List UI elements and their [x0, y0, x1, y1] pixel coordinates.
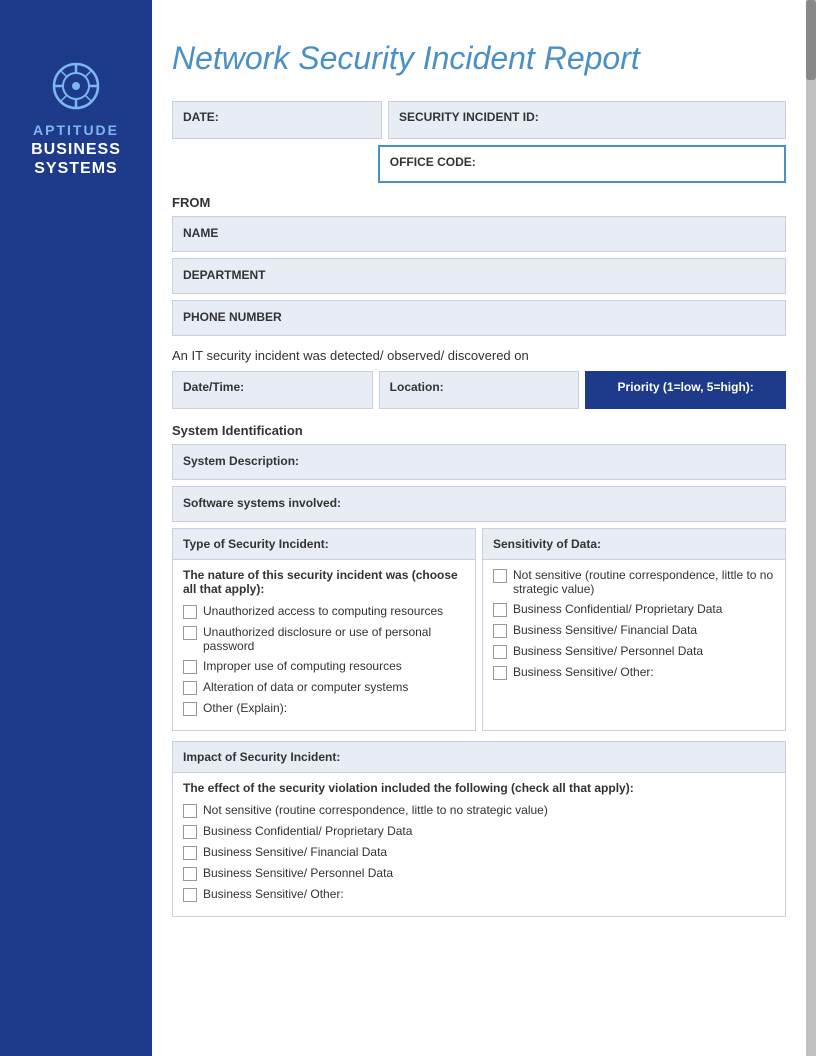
checkbox[interactable] [183, 888, 197, 902]
list-item[interactable]: Business Confidential/ Proprietary Data [493, 602, 775, 617]
main-content: Network Security Incident Report DATE: S… [152, 0, 806, 967]
department-field[interactable]: DEPARTMENT [172, 258, 786, 294]
aptitude-icon [50, 60, 102, 112]
incident-datetime-field[interactable]: Date/Time: [172, 371, 373, 409]
scrollbar-thumb[interactable] [806, 0, 816, 80]
list-item[interactable]: Unauthorized disclosure or use of person… [183, 625, 465, 653]
date-field[interactable]: DATE: [172, 101, 382, 139]
security-incident-id-field[interactable]: SECURITY INCIDENT ID: [388, 101, 786, 139]
page-title: Network Security Incident Report [172, 40, 786, 77]
impact-section: Impact of Security Incident: The effect … [172, 741, 786, 917]
list-item[interactable]: Business Sensitive/ Other: [493, 665, 775, 680]
datetime-location-priority-row: Date/Time: Location: Priority (1=low, 5=… [172, 371, 786, 409]
checkbox[interactable] [183, 626, 197, 640]
list-item[interactable]: Business Sensitive/ Personnel Data [183, 866, 775, 881]
from-label: FROM [172, 195, 786, 210]
checkbox[interactable] [183, 846, 197, 860]
brand-business-systems: BUSINESS SYSTEMS [31, 140, 121, 178]
list-item[interactable]: Alteration of data or computer systems [183, 680, 465, 695]
list-item[interactable]: Not sensitive (routine correspondence, l… [493, 568, 775, 596]
checkbox[interactable] [493, 569, 507, 583]
checkbox[interactable] [183, 867, 197, 881]
office-code-row: OFFICE CODE: [172, 145, 786, 183]
checkbox[interactable] [183, 702, 197, 716]
checkbox[interactable] [493, 645, 507, 659]
checkbox[interactable] [493, 624, 507, 638]
system-description-field[interactable]: System Description: [172, 444, 786, 480]
list-item[interactable]: Business Sensitive/ Financial Data [183, 845, 775, 860]
name-field[interactable]: NAME [172, 216, 786, 252]
checkbox[interactable] [183, 681, 197, 695]
checkbox[interactable] [493, 666, 507, 680]
list-item[interactable]: Business Sensitive/ Other: [183, 887, 775, 902]
software-systems-field[interactable]: Software systems involved: [172, 486, 786, 522]
list-item[interactable]: Business Confidential/ Proprietary Data [183, 824, 775, 839]
list-item[interactable]: Improper use of computing resources [183, 659, 465, 674]
list-item[interactable]: Business Sensitive/ Personnel Data [493, 644, 775, 659]
checkbox[interactable] [183, 804, 197, 818]
type-sensitivity-row: Type of Security Incident: The nature of… [172, 528, 786, 731]
sidebar: APTITUDE BUSINESS SYSTEMS [0, 0, 152, 1056]
impact-body: The effect of the security violation inc… [173, 773, 785, 916]
checkbox[interactable] [183, 825, 197, 839]
impact-header: Impact of Security Incident: [173, 742, 785, 773]
date-security-row: DATE: SECURITY INCIDENT ID: [172, 101, 786, 139]
checkbox[interactable] [183, 605, 197, 619]
list-item[interactable]: Unauthorized access to computing resourc… [183, 604, 465, 619]
sensitivity-body: Not sensitive (routine correspondence, l… [483, 560, 785, 694]
impact-subtitle: The effect of the security violation inc… [183, 781, 775, 795]
phone-field[interactable]: PHONE NUMBER [172, 300, 786, 336]
incident-location-field[interactable]: Location: [379, 371, 580, 409]
brand-aptitude: APTITUDE [33, 122, 119, 138]
incident-priority-field[interactable]: Priority (1=low, 5=high): [585, 371, 786, 409]
it-security-text: An IT security incident was detected/ ob… [172, 348, 786, 363]
office-code-field[interactable]: OFFICE CODE: [378, 145, 786, 183]
sensitivity-header: Sensitivity of Data: [483, 529, 785, 560]
checkbox[interactable] [183, 660, 197, 674]
checkbox[interactable] [493, 603, 507, 617]
type-of-incident-body: The nature of this security incident was… [173, 560, 475, 730]
list-item[interactable]: Business Sensitive/ Financial Data [493, 623, 775, 638]
type-subtitle: The nature of this security incident was… [183, 568, 465, 596]
list-item[interactable]: Not sensitive (routine correspondence, l… [183, 803, 775, 818]
list-item[interactable]: Other (Explain): [183, 701, 465, 716]
type-of-incident-box: Type of Security Incident: The nature of… [172, 528, 476, 731]
sensitivity-of-data-box: Sensitivity of Data: Not sensitive (rout… [482, 528, 786, 731]
system-id-section-label: System Identification [172, 423, 786, 438]
scrollbar[interactable] [806, 0, 816, 1056]
type-of-incident-header: Type of Security Incident: [173, 529, 475, 560]
